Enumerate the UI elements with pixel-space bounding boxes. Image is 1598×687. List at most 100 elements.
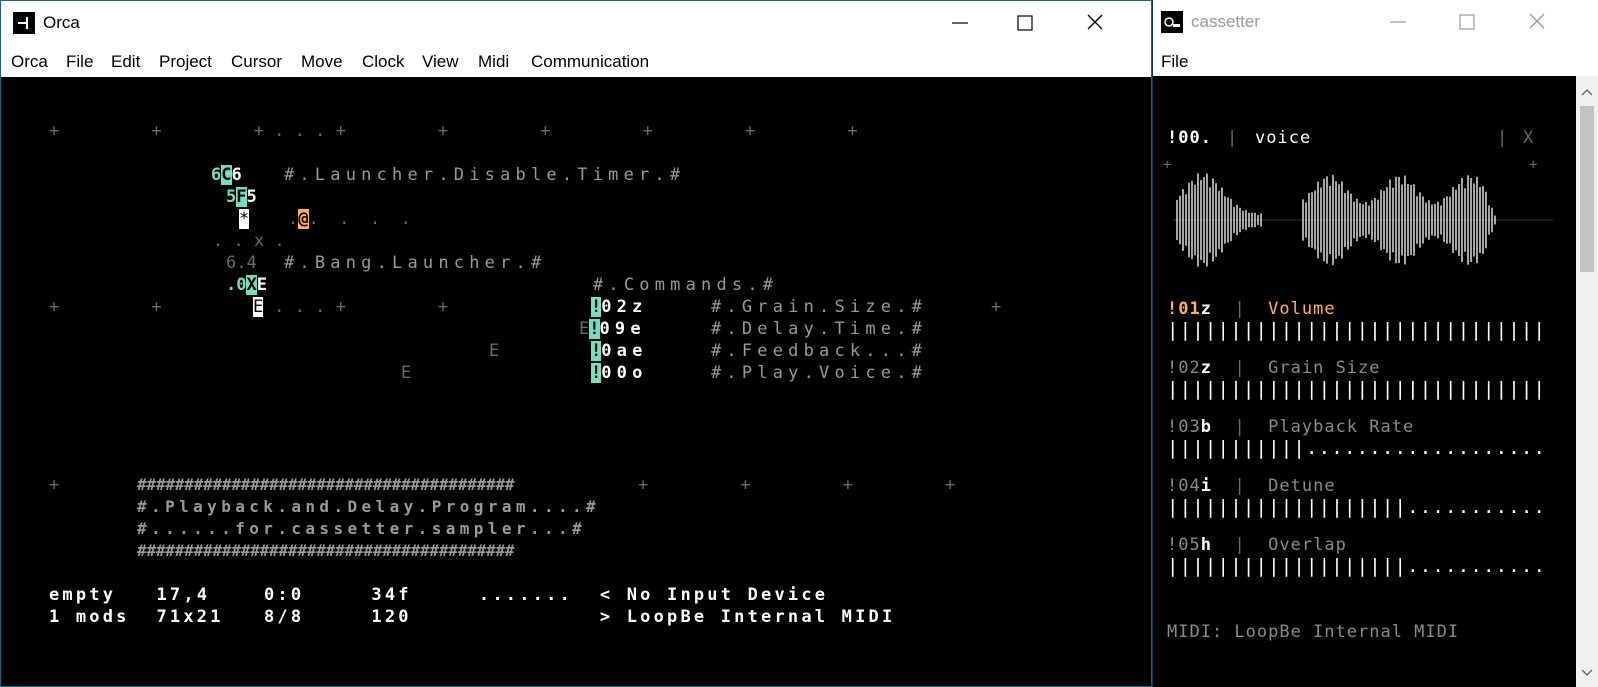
write-operator: .0XE [226,275,267,295]
program-subtitle: #......for.cassetter.sampler...# [137,519,587,538]
menu-orca[interactable]: Orca [11,52,48,72]
values-row: 6.4 [226,253,257,273]
menu-clock[interactable]: Clock [362,52,405,72]
param-code: z [1200,299,1212,319]
status-line-1: empty 17,4 0:0 34f ....... < No Input De… [49,585,829,605]
grid-row-markers: + + + . . . + + + + + + [49,121,858,141]
status-line-2: 1 mods 71x21 8/8 120 > LoopBe Internal M… [49,607,896,627]
program-title: #.Playback.and.Delay.Program....# [137,497,601,516]
param-slider-2[interactable]: |||||||||||||||||||||||||||||||||||||| [1167,378,1547,400]
voice-waveform[interactable] [1173,172,1553,268]
cassetter-titlebar[interactable]: cassetter [1153,0,1598,44]
param-id: !04 [1167,476,1201,496]
maximize-icon [1017,15,1033,31]
window-title: Orca [43,13,80,32]
orca-menubar: Orca File Edit Project Cursor Move Clock… [1,45,1151,77]
param-id: !01 [1167,299,1201,319]
bang-cell: * [239,209,250,229]
param-row-2[interactable]: !02z | Grain Size [1167,357,1381,379]
menu-move[interactable]: Move [301,52,343,72]
program-border-bottom: ######################################## [137,541,515,560]
orca-titlebar[interactable]: Orca [1,1,1151,45]
param-slider-5[interactable]: |||||||||||||||||||................... [1167,555,1547,577]
cassetter-app-icon [1161,11,1183,33]
menu-edit[interactable]: Edit [111,52,140,72]
command-4: !00o [591,363,648,383]
cassetter-menubar: File [1153,44,1598,76]
param-code: h [1200,535,1212,555]
scroll-down-icon [1581,669,1593,676]
command-2: E!09e [579,319,646,339]
param-slider-4[interactable]: |||||||||||||||||||................... [1167,496,1547,518]
param-slider-1[interactable]: |||||||||||||||||||||||||||||||||||||| [1167,319,1547,341]
param-code: b [1200,417,1212,437]
param-row-4[interactable]: !04i | Detune [1167,475,1336,497]
cassetter-menu-file[interactable]: File [1161,52,1188,72]
menu-file[interactable]: File [66,52,93,72]
menu-communication[interactable]: Communication [531,52,649,72]
menu-project[interactable]: Project [159,52,212,72]
command-3-comment: #.Feedback...# [711,341,928,361]
cassetter-maximize-button[interactable] [1443,0,1489,44]
grid-row12-left: + [49,475,60,495]
commands-comment: #.Commands.# [593,275,779,295]
scroll-thumb[interactable] [1580,106,1594,272]
e-mover-1: E [489,341,500,361]
voice-separator: | [1227,128,1239,148]
param-id: !05 [1167,535,1201,555]
param-id: !03 [1167,417,1201,437]
if-operator: 5F5 [226,187,257,207]
param-row-5[interactable]: !05h | Overlap [1167,534,1347,556]
orca-app-icon [13,12,35,34]
maximize-button[interactable] [1001,1,1047,45]
grid-row12-right: + + + + [638,475,956,495]
cassetter-window: cassetter File !00. | voice | X + + MIDI… [1152,0,1598,687]
dots-row: . . x . [213,231,285,251]
command-1: !02z [591,297,648,317]
param-row-3[interactable]: !03b | Playback Rate [1167,416,1414,438]
param-name: Detune [1268,476,1336,496]
command-2-comment: #.Delay.Time.# [711,319,928,339]
command-1-comment: #.Grain.Size.# [711,297,928,317]
waveform-corner-left: + [1163,157,1173,173]
param-code: i [1200,476,1212,496]
cassetter-window-title: cassetter [1191,12,1260,31]
voice-name: voice [1255,128,1312,148]
param-slider-3[interactable]: |||||||||||........................... [1167,437,1547,459]
param-name: Volume [1268,299,1336,319]
cassetter-close-button[interactable] [1513,0,1559,44]
launcher-comment: #.Launcher.Disable.Timer.# [284,165,686,185]
clock-operator: 6C6 [211,165,242,185]
param-code: z [1200,358,1212,378]
param-row-1[interactable]: !01z | Volume [1167,298,1336,320]
maximize-icon [1459,14,1475,30]
param-name: Playback Rate [1268,417,1415,437]
orca-window: Orca Orca File Edit Project Cursor Move … [0,0,1152,687]
menu-midi[interactable]: Midi [478,52,509,72]
e-cell: E [253,297,264,317]
close-icon [1087,14,1103,30]
e-mover-2: E [401,363,412,383]
param-name: Grain Size [1268,358,1381,378]
orca-grid[interactable]: + + + . . . + + + + + + 6C6 #.Launcher.D… [1,77,1151,686]
scroll-up-icon [1581,89,1593,96]
close-icon [1529,13,1545,29]
minimize-icon [952,22,968,24]
command-3: !0ae [591,341,648,361]
command-4-comment: #.Play.Voice.# [711,363,928,383]
grid-row-markers-2: + + + . . . + + [49,297,449,317]
cassetter-panel: !00. | voice | X + + MIDI: LoopBe Intern… [1153,76,1576,687]
voice-separator-right: | [1497,128,1509,148]
menu-view[interactable]: View [422,52,459,72]
minimize-icon [1390,21,1406,23]
program-border-top: ######################################## [137,475,515,494]
voice-id: !00. [1167,128,1212,148]
minimize-button[interactable] [937,1,983,45]
voice-close-button[interactable]: X [1523,127,1534,149]
param-name: Overlap [1268,535,1347,555]
close-button[interactable] [1071,1,1117,45]
cassetter-minimize-button[interactable] [1375,0,1421,44]
bang-comment: #.Bang.Launcher.# [284,253,547,273]
cassetter-scrollbar[interactable] [1576,76,1598,687]
menu-cursor[interactable]: Cursor [231,52,282,72]
